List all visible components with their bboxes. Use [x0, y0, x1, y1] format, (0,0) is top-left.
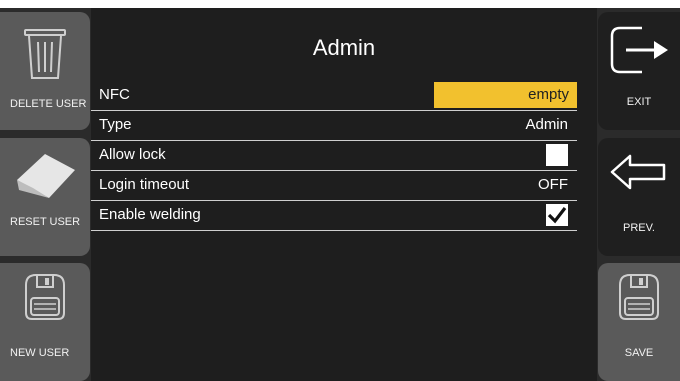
nfc-value: empty — [528, 86, 569, 103]
app-frame: DELETE USER RESET USER NEW USER Admin NF… — [0, 8, 680, 381]
nfc-value-field[interactable]: empty — [434, 82, 577, 108]
settings-list: NFC empty Type Admin Allow lock Login ti… — [91, 81, 577, 231]
save-label: SAVE — [624, 347, 654, 359]
new-user-label: NEW USER — [10, 347, 70, 359]
floppy-disk-icon — [0, 271, 90, 326]
page-title: Admin — [312, 35, 376, 60]
allow-lock-checkbox[interactable] — [546, 144, 568, 166]
prev-label: PREV. — [622, 222, 655, 234]
enable-welding-checkbox[interactable] — [546, 204, 568, 226]
floppy-disk-icon — [598, 271, 680, 326]
trash-icon — [0, 24, 90, 85]
eraser-icon — [0, 150, 90, 205]
settings-panel: Admin NFC empty Type Admin Allow lock Lo… — [91, 8, 597, 381]
new-user-button[interactable]: NEW USER — [0, 263, 90, 381]
login-timeout-value: OFF — [538, 176, 568, 193]
save-button[interactable]: SAVE — [598, 263, 680, 381]
back-arrow-icon — [598, 152, 680, 195]
reset-user-label: RESET USER — [10, 216, 81, 228]
setting-row-allow-lock[interactable]: Allow lock — [91, 141, 577, 171]
setting-row-type[interactable]: Type Admin — [91, 111, 577, 141]
setting-label: Type — [99, 116, 132, 133]
setting-row-enable-welding[interactable]: Enable welding — [91, 201, 577, 231]
exit-button[interactable]: EXIT — [598, 12, 680, 130]
prev-button[interactable]: PREV. — [598, 138, 680, 256]
setting-label: Login timeout — [99, 176, 190, 193]
exit-label: EXIT — [626, 96, 652, 108]
setting-label: NFC — [99, 86, 130, 103]
setting-row-login-timeout[interactable]: Login timeout OFF — [91, 171, 577, 201]
type-value: Admin — [525, 116, 568, 133]
reset-user-button[interactable]: RESET USER — [0, 138, 90, 256]
checkmark-icon — [547, 207, 567, 224]
delete-user-button[interactable]: DELETE USER — [0, 12, 90, 130]
setting-row-nfc[interactable]: NFC empty — [91, 81, 577, 111]
delete-user-label: DELETE USER — [10, 98, 87, 110]
setting-label: Allow lock — [99, 146, 166, 163]
exit-arrow-icon — [598, 24, 680, 79]
setting-label: Enable welding — [99, 206, 201, 223]
